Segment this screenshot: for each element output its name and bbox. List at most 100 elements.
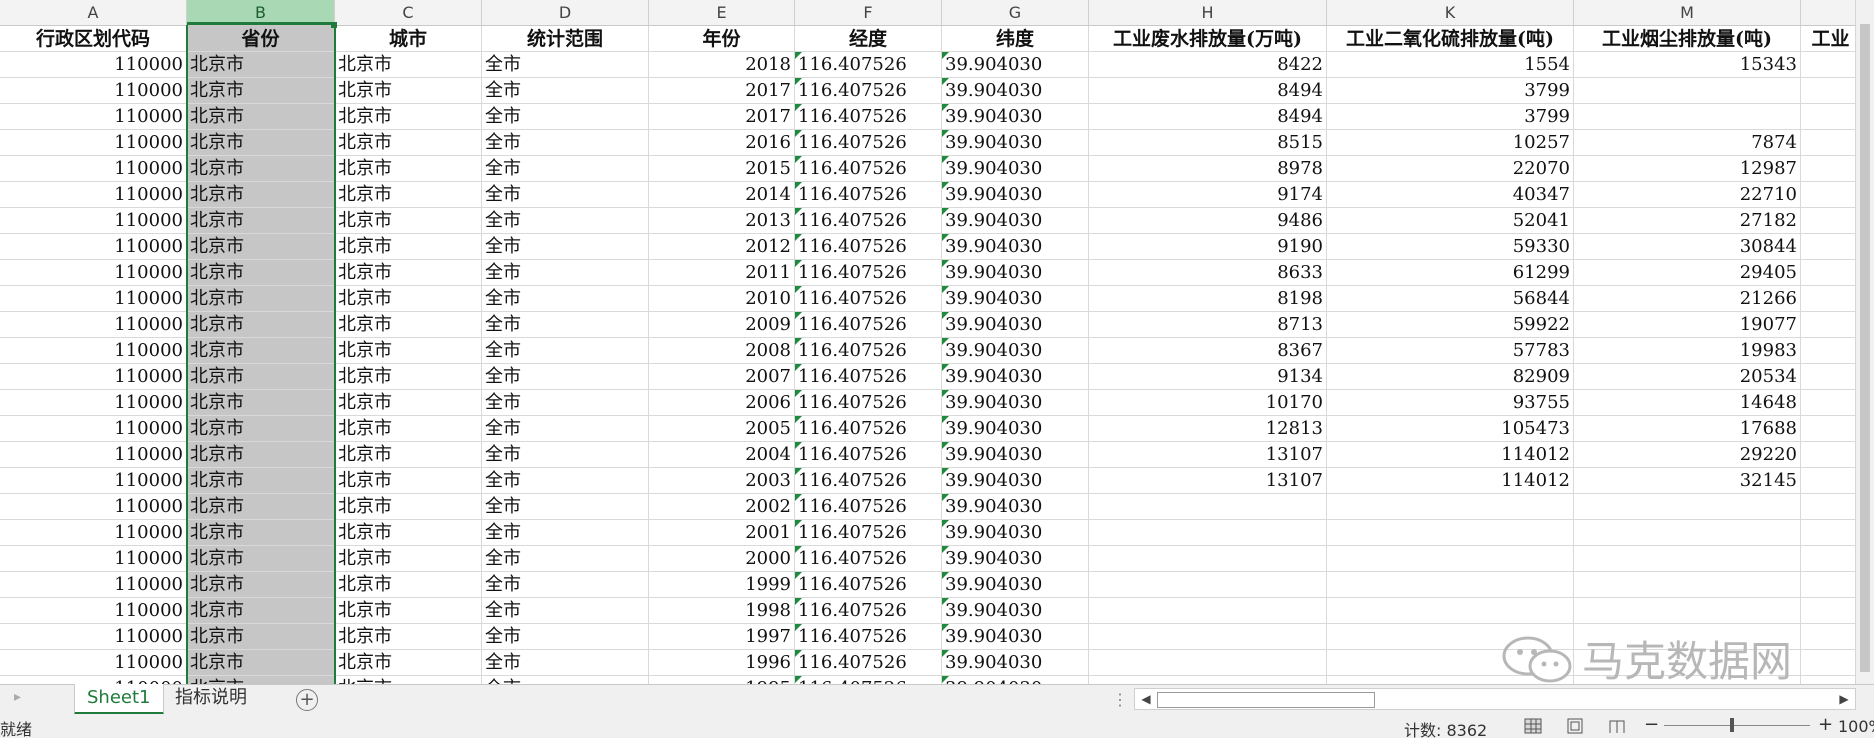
- cell[interactable]: 27182: [1574, 208, 1801, 234]
- cell[interactable]: 110000: [0, 260, 187, 286]
- cell[interactable]: 北京市: [335, 182, 482, 208]
- cell[interactable]: 全市: [482, 572, 649, 598]
- cell[interactable]: 116.407526: [795, 208, 942, 234]
- cell[interactable]: 2002: [649, 494, 795, 520]
- cell[interactable]: 20534: [1574, 364, 1801, 390]
- cell[interactable]: 17688: [1574, 416, 1801, 442]
- cell[interactable]: 北京市: [335, 208, 482, 234]
- cell[interactable]: 北京市: [335, 104, 482, 130]
- column-header-f[interactable]: F: [795, 0, 942, 25]
- column-header-k[interactable]: K: [1327, 0, 1574, 25]
- cell[interactable]: 110000: [0, 416, 187, 442]
- cell[interactable]: 北京市: [187, 520, 335, 546]
- cell[interactable]: 北京市: [335, 312, 482, 338]
- column-header-next[interactable]: [1801, 0, 1856, 25]
- cell[interactable]: 110000: [0, 52, 187, 78]
- cell[interactable]: 2015: [649, 156, 795, 182]
- cell[interactable]: 110000: [0, 156, 187, 182]
- cell[interactable]: 1996: [649, 650, 795, 676]
- cell[interactable]: 39.904030: [942, 676, 1089, 684]
- cell[interactable]: 北京市: [335, 52, 482, 78]
- cell[interactable]: 1995: [649, 676, 795, 684]
- zoom-level[interactable]: 100%: [1838, 717, 1874, 736]
- cell[interactable]: 39.904030: [942, 598, 1089, 624]
- column-header-c[interactable]: C: [335, 0, 482, 25]
- cell[interactable]: 北京市: [335, 416, 482, 442]
- cell[interactable]: 2003: [649, 468, 795, 494]
- cell[interactable]: 1554: [1327, 52, 1574, 78]
- cell[interactable]: 22710: [1574, 182, 1801, 208]
- selection-fill-handle[interactable]: [331, 22, 337, 28]
- page-layout-view-icon[interactable]: [1566, 718, 1584, 734]
- cell[interactable]: 116.407526: [795, 156, 942, 182]
- cell[interactable]: 116.407526: [795, 598, 942, 624]
- cell[interactable]: [1801, 416, 1856, 442]
- cell[interactable]: 110000: [0, 130, 187, 156]
- cell[interactable]: 全市: [482, 494, 649, 520]
- add-sheet-button[interactable]: +: [296, 689, 318, 711]
- cell[interactable]: 110000: [0, 442, 187, 468]
- cell[interactable]: 12987: [1574, 156, 1801, 182]
- cell[interactable]: 39.904030: [942, 286, 1089, 312]
- cell[interactable]: 2016: [649, 130, 795, 156]
- header-cell[interactable]: 城市: [335, 26, 482, 52]
- cell[interactable]: 39.904030: [942, 442, 1089, 468]
- cell[interactable]: 19983: [1574, 338, 1801, 364]
- cell[interactable]: 2004: [649, 442, 795, 468]
- column-header-a[interactable]: A: [0, 0, 187, 25]
- cell[interactable]: 北京市: [187, 416, 335, 442]
- cell[interactable]: [1801, 104, 1856, 130]
- cell[interactable]: 116.407526: [795, 312, 942, 338]
- cell[interactable]: 全市: [482, 390, 649, 416]
- cell[interactable]: 2017: [649, 104, 795, 130]
- header-cell[interactable]: 统计范围: [482, 26, 649, 52]
- cell[interactable]: 39.904030: [942, 234, 1089, 260]
- cell[interactable]: 北京市: [335, 572, 482, 598]
- cell[interactable]: 39.904030: [942, 546, 1089, 572]
- cell[interactable]: [1801, 286, 1856, 312]
- cell[interactable]: 北京市: [187, 234, 335, 260]
- cell[interactable]: 21266: [1574, 286, 1801, 312]
- cell[interactable]: 北京市: [187, 104, 335, 130]
- cell[interactable]: 59922: [1327, 312, 1574, 338]
- cell[interactable]: 2009: [649, 312, 795, 338]
- cell[interactable]: 北京市: [187, 442, 335, 468]
- cell[interactable]: 110000: [0, 598, 187, 624]
- page-break-view-icon[interactable]: [1608, 718, 1626, 734]
- cell[interactable]: 北京市: [335, 520, 482, 546]
- cell[interactable]: 116.407526: [795, 234, 942, 260]
- cell[interactable]: 北京市: [187, 598, 335, 624]
- cell[interactable]: 全市: [482, 104, 649, 130]
- cell[interactable]: 19077: [1574, 312, 1801, 338]
- cell[interactable]: 114012: [1327, 442, 1574, 468]
- cell[interactable]: 116.407526: [795, 416, 942, 442]
- cell[interactable]: [1089, 520, 1327, 546]
- cell[interactable]: 114012: [1327, 468, 1574, 494]
- cell[interactable]: 110000: [0, 546, 187, 572]
- cell[interactable]: [1801, 312, 1856, 338]
- cell[interactable]: [1801, 650, 1856, 676]
- cell[interactable]: 北京市: [335, 156, 482, 182]
- cell[interactable]: 全市: [482, 546, 649, 572]
- cell[interactable]: 北京市: [187, 468, 335, 494]
- horizontal-scroll-thumb[interactable]: [1157, 692, 1375, 708]
- cell[interactable]: 2006: [649, 390, 795, 416]
- header-cell[interactable]: 省份: [187, 26, 335, 52]
- cell[interactable]: 116.407526: [795, 494, 942, 520]
- cell[interactable]: 110000: [0, 468, 187, 494]
- cell[interactable]: 全市: [482, 130, 649, 156]
- header-cell[interactable]: 经度: [795, 26, 942, 52]
- cell[interactable]: 全市: [482, 520, 649, 546]
- cell[interactable]: 8367: [1089, 338, 1327, 364]
- cell[interactable]: [1801, 624, 1856, 650]
- cell[interactable]: 全市: [482, 78, 649, 104]
- cell[interactable]: [1089, 546, 1327, 572]
- cell[interactable]: 29220: [1574, 442, 1801, 468]
- cell[interactable]: 1999: [649, 572, 795, 598]
- column-header-e[interactable]: E: [649, 0, 795, 25]
- cell[interactable]: 56844: [1327, 286, 1574, 312]
- cell[interactable]: 110000: [0, 286, 187, 312]
- cell[interactable]: 北京市: [187, 286, 335, 312]
- cell[interactable]: [1801, 520, 1856, 546]
- header-cell[interactable]: 行政区划代码: [0, 26, 187, 52]
